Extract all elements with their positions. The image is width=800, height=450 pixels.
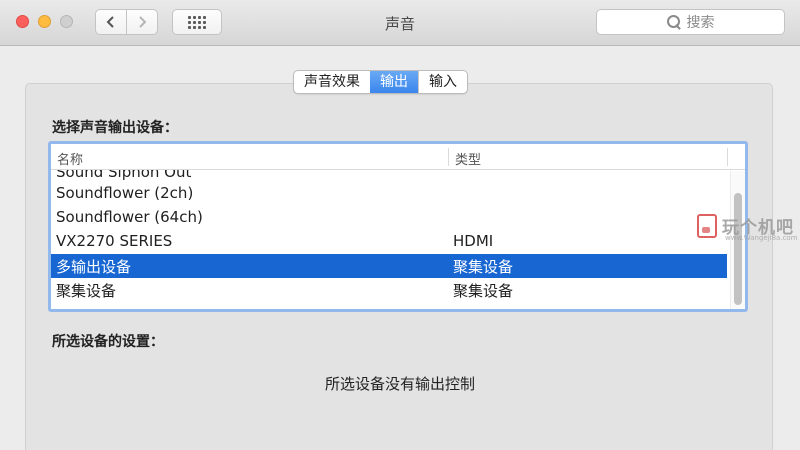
- device-name: 多输出设备: [56, 258, 132, 276]
- table-header: 名称 类型: [51, 144, 745, 170]
- device-name: Soundflower (2ch): [56, 184, 194, 202]
- scrollbar-thumb[interactable]: [734, 193, 742, 305]
- search-field[interactable]: 搜索: [596, 9, 785, 35]
- output-device-table[interactable]: 名称 类型 Sound Siphon Out Soundflower (2ch)…: [48, 141, 748, 312]
- column-divider: [727, 148, 728, 166]
- table-row[interactable]: Sound Siphon Out: [51, 170, 727, 182]
- column-header-name[interactable]: 名称: [57, 149, 83, 168]
- device-list: Sound Siphon Out Soundflower (2ch) Sound…: [51, 170, 727, 302]
- device-type: 聚集设备: [453, 282, 514, 300]
- table-row-selected[interactable]: 多输出设备 聚集设备: [51, 254, 727, 278]
- watermark: 玩个机吧 www.Wangeji8a.com: [697, 212, 798, 244]
- tab-output[interactable]: 输出: [370, 71, 418, 93]
- device-name: Sound Siphon Out: [56, 170, 192, 181]
- column-divider: [448, 148, 449, 166]
- device-type: 聚集设备: [453, 258, 514, 276]
- window-toolbar: 声音 搜索: [0, 0, 800, 46]
- watermark-subtext: www.Wangeji8a.com: [725, 234, 798, 242]
- table-row[interactable]: VX2270 SERIES HDMI: [51, 230, 727, 254]
- device-type: HDMI: [453, 232, 494, 250]
- tab-sound-effects[interactable]: 声音效果: [294, 71, 370, 93]
- no-output-controls-message: 所选设备没有输出控制: [324, 375, 475, 393]
- watermark-logo-icon: [697, 214, 717, 238]
- device-name: 聚集设备: [56, 282, 117, 300]
- magnifier-icon: [666, 15, 681, 29]
- search-placeholder: 搜索: [686, 15, 715, 31]
- table-row[interactable]: Soundflower (2ch): [51, 182, 727, 206]
- tab-input[interactable]: 输入: [418, 71, 467, 93]
- select-device-label: 选择声音输出设备：: [52, 120, 178, 136]
- device-name: VX2270 SERIES: [56, 232, 173, 250]
- device-name: Soundflower (64ch): [56, 208, 203, 226]
- device-settings-label: 所选设备的设置：: [52, 334, 164, 350]
- table-row[interactable]: 聚集设备 聚集设备: [51, 278, 727, 302]
- table-row[interactable]: Soundflower (64ch): [51, 206, 727, 230]
- column-header-type[interactable]: 类型: [455, 149, 481, 168]
- tab-bar: 声音效果 输出 输入: [293, 70, 468, 94]
